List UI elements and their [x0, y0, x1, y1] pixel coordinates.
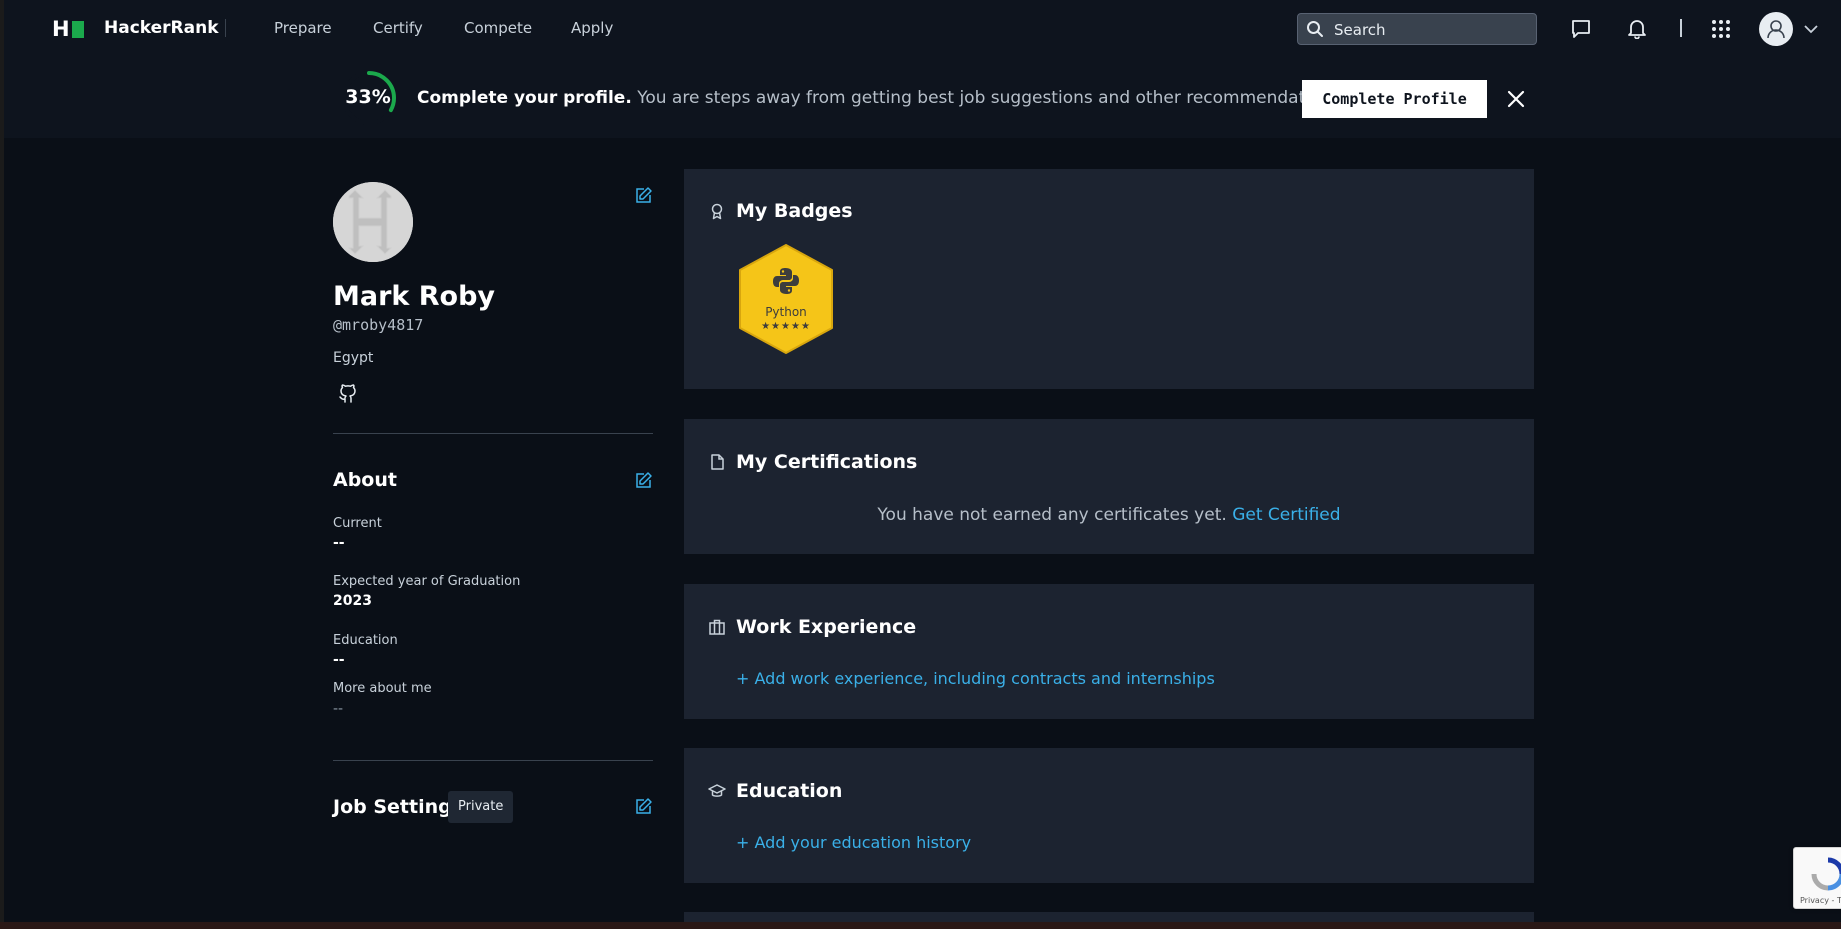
add-education-link[interactable]: + Add your education history: [736, 833, 971, 852]
python-badge[interactable]: Python ★★★★★: [734, 243, 838, 355]
add-work-experience-link[interactable]: + Add work experience, including contrac…: [736, 669, 1215, 688]
about-graduation-label: Expected year of Graduation: [333, 574, 521, 589]
profile-name: Mark Roby: [333, 281, 496, 312]
recaptcha-icon: [1811, 857, 1841, 891]
top-navigation-bar: H HackerRank Prepare Certify Compete App…: [4, 0, 1841, 58]
page: H HackerRank Prepare Certify Compete App…: [4, 0, 1841, 922]
about-current-label: Current: [333, 516, 382, 531]
job-settings-title: Job Settings: [333, 796, 464, 818]
chat-icon[interactable]: [1570, 18, 1592, 40]
about-education-label: Education: [333, 633, 398, 648]
edit-icon[interactable]: [635, 471, 653, 489]
search-box[interactable]: [1297, 13, 1537, 45]
hackerrank-logo-icon[interactable]: H: [52, 18, 86, 40]
bell-icon[interactable]: [1626, 17, 1648, 39]
nav-link-apply[interactable]: Apply: [571, 19, 613, 37]
profile-country: Egypt: [333, 350, 374, 366]
recaptcha-badge[interactable]: Privacy - Te: [1793, 847, 1841, 909]
about-graduation-value: 2023: [333, 593, 372, 609]
user-avatar-icon[interactable]: [1759, 12, 1793, 46]
certifications-title: My Certifications: [736, 451, 918, 473]
education-title: Education: [736, 780, 843, 802]
profile-avatar[interactable]: [333, 182, 413, 262]
section-divider: [333, 760, 653, 761]
work-experience-title: Work Experience: [736, 616, 917, 638]
about-education-value: --: [333, 652, 345, 668]
next-card: [684, 912, 1534, 922]
certifications-message-text: You have not earned any certificates yet…: [877, 505, 1227, 525]
brand-name[interactable]: HackerRank: [104, 18, 219, 38]
certifications-empty-message: You have not earned any certificates yet…: [684, 505, 1534, 525]
python-icon: [773, 268, 799, 294]
banner-message: Complete your profile. You are steps awa…: [417, 88, 1345, 108]
certifications-card: [684, 419, 1534, 554]
nav-divider-right: [1680, 19, 1682, 37]
award-icon: [711, 203, 723, 220]
search-icon: [1307, 21, 1323, 37]
profile-progress-percent: 33%: [345, 86, 391, 108]
briefcase-icon: [709, 619, 725, 635]
nav-link-certify[interactable]: Certify: [373, 19, 423, 37]
about-current-value: --: [333, 535, 345, 551]
profile-handle: @mroby4817: [333, 316, 424, 334]
section-divider: [333, 433, 653, 434]
visibility-badge: Private: [448, 791, 514, 823]
work-experience-card: [684, 584, 1534, 719]
banner-message-text: You are steps away from getting best job…: [631, 88, 1346, 108]
education-card: [684, 748, 1534, 883]
nav-divider: [225, 19, 226, 37]
graduation-cap-icon: [708, 784, 726, 797]
badges-title: My Badges: [736, 200, 853, 222]
nav-link-prepare[interactable]: Prepare: [274, 19, 332, 37]
search-input[interactable]: [1334, 20, 1524, 40]
edit-icon[interactable]: [635, 186, 653, 204]
get-certified-link[interactable]: Get Certified: [1232, 505, 1340, 525]
window-bottom-edge: [0, 922, 1841, 929]
apps-grid-icon[interactable]: [1710, 18, 1732, 40]
chevron-down-icon[interactable]: [1800, 18, 1822, 40]
recaptcha-privacy-text[interactable]: Privacy - Te: [1800, 896, 1841, 905]
close-icon[interactable]: [1504, 87, 1528, 111]
banner-message-bold: Complete your profile.: [417, 88, 632, 108]
github-icon[interactable]: [337, 383, 359, 405]
edit-icon[interactable]: [635, 797, 653, 815]
about-title: About: [333, 469, 397, 491]
about-more-label: More about me: [333, 681, 432, 696]
complete-profile-button[interactable]: Complete Profile: [1302, 80, 1487, 118]
document-icon: [711, 454, 724, 470]
badge-stars: ★★★★★: [761, 321, 811, 332]
nav-link-compete[interactable]: Compete: [464, 19, 532, 37]
about-more-value: --: [333, 701, 344, 717]
badge-name: Python: [765, 305, 807, 319]
